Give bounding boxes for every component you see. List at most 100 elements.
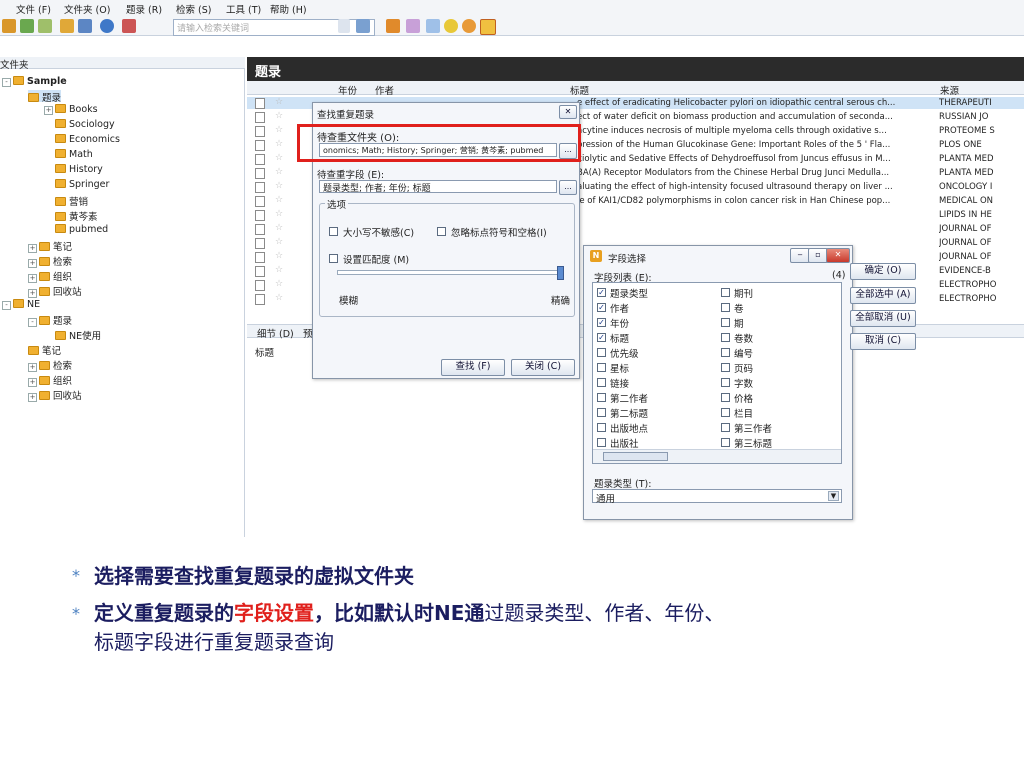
globe-icon[interactable] — [100, 19, 114, 33]
help-icon[interactable] — [444, 19, 458, 33]
record-type-select[interactable]: 通用 ▼ — [592, 489, 842, 505]
tab-details[interactable]: 细节 (D) — [257, 326, 294, 340]
menu-folder[interactable]: 文件夹 (O) — [64, 2, 110, 16]
field-list-scrollbar[interactable] — [593, 449, 841, 463]
menu-search[interactable]: 检索 (S) — [176, 2, 211, 16]
online-search-icon[interactable] — [356, 19, 370, 33]
tree-node-groups[interactable]: + 组织 — [28, 269, 72, 283]
match-slider-track[interactable] — [337, 270, 563, 275]
field-checkbox[interactable] — [721, 363, 730, 372]
tree-node-books[interactable]: + Books — [44, 104, 98, 116]
tree-node-sample[interactable]: - Sample — [2, 76, 67, 88]
column-title[interactable]: 标题 — [570, 83, 589, 97]
tree-node-ne-usage[interactable]: NE使用 — [55, 328, 101, 342]
cite-icon[interactable] — [122, 19, 136, 33]
scrollbar-thumb[interactable] — [603, 452, 668, 461]
chevron-down-icon[interactable]: ▼ — [828, 491, 839, 501]
field-checkbox[interactable] — [721, 393, 730, 402]
minimize-icon[interactable]: ‒ — [790, 248, 810, 263]
field-checkbox[interactable] — [721, 378, 730, 387]
tree-node-ne-records[interactable]: - 题录 — [28, 313, 72, 327]
column-author[interactable]: 作者 — [375, 83, 394, 97]
tree-node-ne-notes[interactable]: 笔记 — [28, 343, 61, 357]
field-checkbox[interactable] — [597, 393, 606, 402]
star-icon[interactable]: ☆ — [275, 167, 283, 177]
update-icon[interactable] — [462, 19, 476, 33]
star-icon[interactable]: ☆ — [275, 251, 283, 261]
maximize-icon[interactable]: ▫ — [808, 248, 828, 263]
close-button[interactable]: 关闭 (C) — [511, 359, 575, 376]
tree-node-ne-search[interactable]: + 检索 — [28, 358, 72, 372]
field-checkbox[interactable] — [721, 318, 730, 327]
field-checkbox[interactable] — [721, 423, 730, 432]
field-checkbox[interactable]: ✓ — [597, 318, 606, 327]
star-icon[interactable]: ☆ — [275, 195, 283, 205]
dialog-close-icon[interactable]: ✕ — [559, 105, 577, 119]
field-checkbox[interactable] — [721, 348, 730, 357]
record-icon[interactable] — [60, 19, 74, 33]
refresh-icon[interactable] — [78, 19, 92, 33]
flag-icon[interactable] — [386, 19, 400, 33]
menu-tools[interactable]: 工具 (T) — [226, 2, 261, 16]
field-checkbox[interactable] — [597, 408, 606, 417]
case-insensitive-checkbox[interactable] — [329, 227, 338, 236]
star-icon[interactable]: ☆ — [275, 181, 283, 191]
column-source[interactable]: 来源 — [940, 83, 959, 97]
star-icon[interactable]: ☆ — [275, 153, 283, 163]
tree-node-history[interactable]: History — [55, 164, 103, 176]
star-icon[interactable]: ☆ — [275, 97, 283, 107]
add-folder-icon[interactable] — [20, 19, 34, 33]
tree-node-ne[interactable]: - NE — [2, 299, 40, 311]
menu-help[interactable]: 帮助 (H) — [270, 2, 307, 16]
field-checkbox[interactable] — [721, 303, 730, 312]
field-checkbox[interactable] — [721, 438, 730, 447]
tree-node-ne-trash[interactable]: + 回收站 — [28, 388, 82, 402]
import-icon[interactable] — [38, 19, 52, 33]
field-checkbox[interactable] — [721, 333, 730, 342]
field-checkbox[interactable] — [721, 288, 730, 297]
field-checkbox[interactable]: ✓ — [597, 288, 606, 297]
tree-node-ne-groups[interactable]: + 组织 — [28, 373, 72, 387]
note-icon[interactable] — [426, 19, 440, 33]
tree-node-economics[interactable]: Economics — [55, 134, 120, 146]
tree-node-math[interactable]: Math — [55, 149, 93, 161]
match-slider-handle[interactable] — [557, 266, 564, 280]
tree-node-search[interactable]: + 检索 — [28, 254, 72, 268]
match-degree-checkbox[interactable] — [329, 254, 338, 263]
star-icon[interactable]: ☆ — [275, 293, 283, 303]
tree-node-marketing[interactable]: 营销 — [55, 194, 88, 208]
fields-input[interactable]: 题录类型; 作者; 年份; 标题 — [319, 180, 557, 194]
star-icon[interactable]: ☆ — [275, 209, 283, 219]
tree-node-notes[interactable]: + 笔记 — [28, 239, 72, 253]
field-checkbox[interactable] — [597, 363, 606, 372]
select-all-button[interactable]: 全部选中 (A) — [850, 287, 916, 304]
new-folder-icon[interactable] — [2, 19, 16, 33]
field-checkbox[interactable] — [597, 423, 606, 432]
tree-node-trash[interactable]: + 回收站 — [28, 284, 82, 298]
tree-node-pubmed[interactable]: pubmed — [55, 224, 108, 236]
search-dropdown-icon[interactable] — [338, 19, 350, 33]
menu-file[interactable]: 文件 (F) — [16, 2, 51, 16]
star-icon[interactable]: ☆ — [275, 265, 283, 275]
column-year[interactable]: 年份 — [338, 83, 357, 97]
field-checkbox[interactable] — [597, 378, 606, 387]
fields-browse-button[interactable]: ... — [559, 180, 577, 195]
ok-button[interactable]: 确定 (O) — [850, 263, 916, 280]
cancel-button[interactable]: 取消 (C) — [850, 333, 916, 350]
star-icon[interactable]: ☆ — [275, 279, 283, 289]
tree-node-sociology[interactable]: Sociology — [55, 119, 115, 131]
tag-icon[interactable] — [406, 19, 420, 33]
star-icon[interactable]: ☆ — [275, 125, 283, 135]
star-icon[interactable]: ☆ — [275, 139, 283, 149]
star-icon[interactable]: ☆ — [275, 111, 283, 121]
field-checkbox[interactable] — [597, 438, 606, 447]
deselect-all-button[interactable]: 全部取消 (U) — [850, 310, 916, 327]
field-checkbox[interactable]: ✓ — [597, 333, 606, 342]
find-button[interactable]: 查找 (F) — [441, 359, 505, 376]
tree-node-springer[interactable]: Springer — [55, 179, 109, 191]
star-icon[interactable]: ☆ — [275, 223, 283, 233]
tree-node-records[interactable]: 题录 — [28, 90, 62, 104]
star-icon[interactable]: ☆ — [275, 237, 283, 247]
menu-record[interactable]: 题录 (R) — [126, 2, 162, 16]
ignore-punct-checkbox[interactable] — [437, 227, 446, 236]
